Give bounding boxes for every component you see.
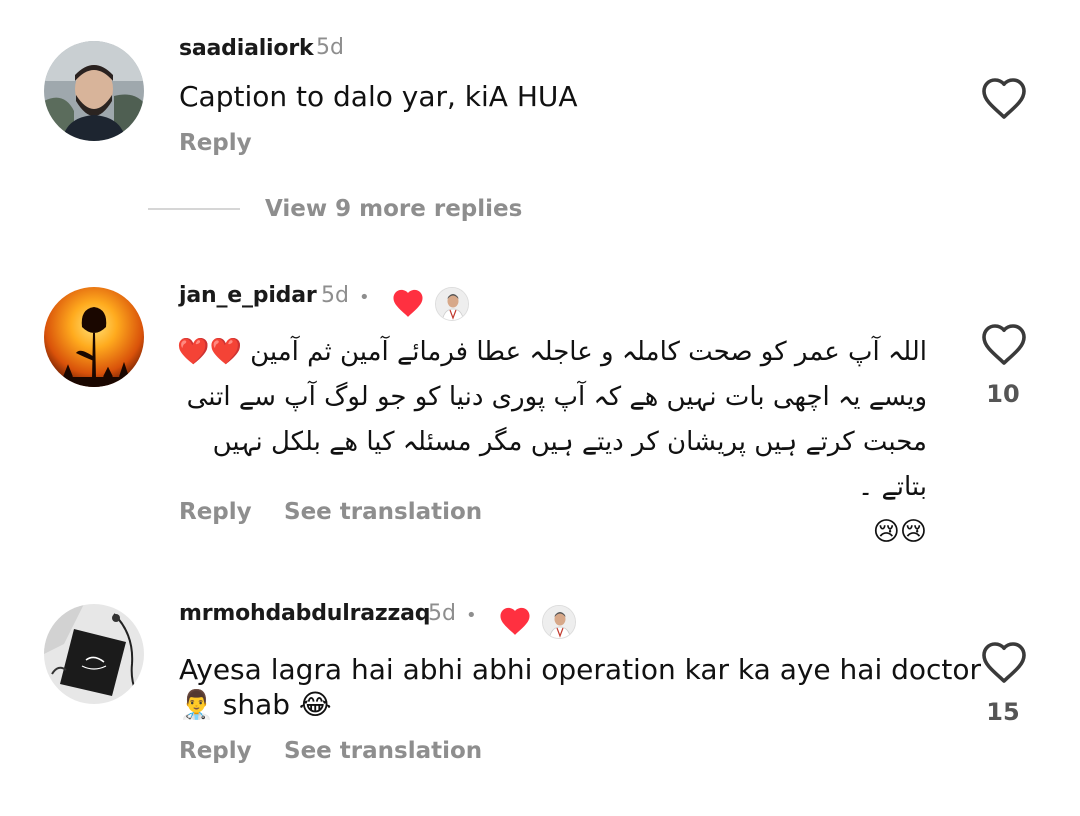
- like-heart-icon[interactable]: [980, 640, 1028, 684]
- like-heart-icon[interactable]: [980, 322, 1028, 366]
- reply-button[interactable]: Reply: [179, 738, 252, 764]
- like-heart-icon[interactable]: [980, 76, 1028, 120]
- reply-button[interactable]: Reply: [179, 499, 252, 525]
- comment-text: Ayesa lagra hai abhi abhi operation kar …: [179, 653, 982, 686]
- like-count: 10: [986, 380, 1020, 408]
- reply-button[interactable]: Reply: [179, 130, 252, 156]
- replies-divider: [148, 208, 240, 210]
- view-more-replies-button[interactable]: View 9 more replies: [265, 196, 522, 222]
- separator-dot: •: [466, 605, 477, 626]
- comment-text-line: ویسے یہ اچھی بات نہیں ھے کہ آپ پوری دنیا…: [186, 382, 927, 412]
- creator-avatar: [542, 605, 576, 639]
- avatar[interactable]: [44, 604, 144, 704]
- separator-dot: •: [359, 287, 370, 308]
- like-count: 15: [986, 698, 1020, 726]
- comment-username[interactable]: saadialiork: [179, 36, 314, 61]
- comment-timestamp: 5d: [316, 35, 344, 60]
- comment-text: 👨‍⚕️ shab 😂: [179, 688, 332, 721]
- comment-text-line: محبت کرتے ہیں پریشان کر دیتے ہیں مگر مسئ…: [212, 427, 927, 502]
- comment-timestamp: 5d: [321, 283, 349, 308]
- avatar[interactable]: [44, 287, 144, 387]
- creator-liked-heart-icon: [500, 607, 530, 635]
- comment-username[interactable]: jan_e_pidar: [179, 283, 317, 308]
- creator-liked-heart-icon: [393, 289, 423, 317]
- comment-timestamp: 5d: [428, 601, 456, 626]
- comment-text: Caption to dalo yar, kiA HUA: [179, 80, 578, 113]
- avatar[interactable]: [44, 41, 144, 141]
- comment-username[interactable]: mrmohdabdulrazzaq: [179, 601, 430, 626]
- see-translation-button[interactable]: See translation: [284, 738, 482, 764]
- see-translation-button[interactable]: See translation: [284, 499, 482, 525]
- creator-avatar: [435, 287, 469, 321]
- comment-text-line: اللہ آپ عمر کو صحت کاملہ و عاجلہ عطا فرم…: [177, 337, 927, 367]
